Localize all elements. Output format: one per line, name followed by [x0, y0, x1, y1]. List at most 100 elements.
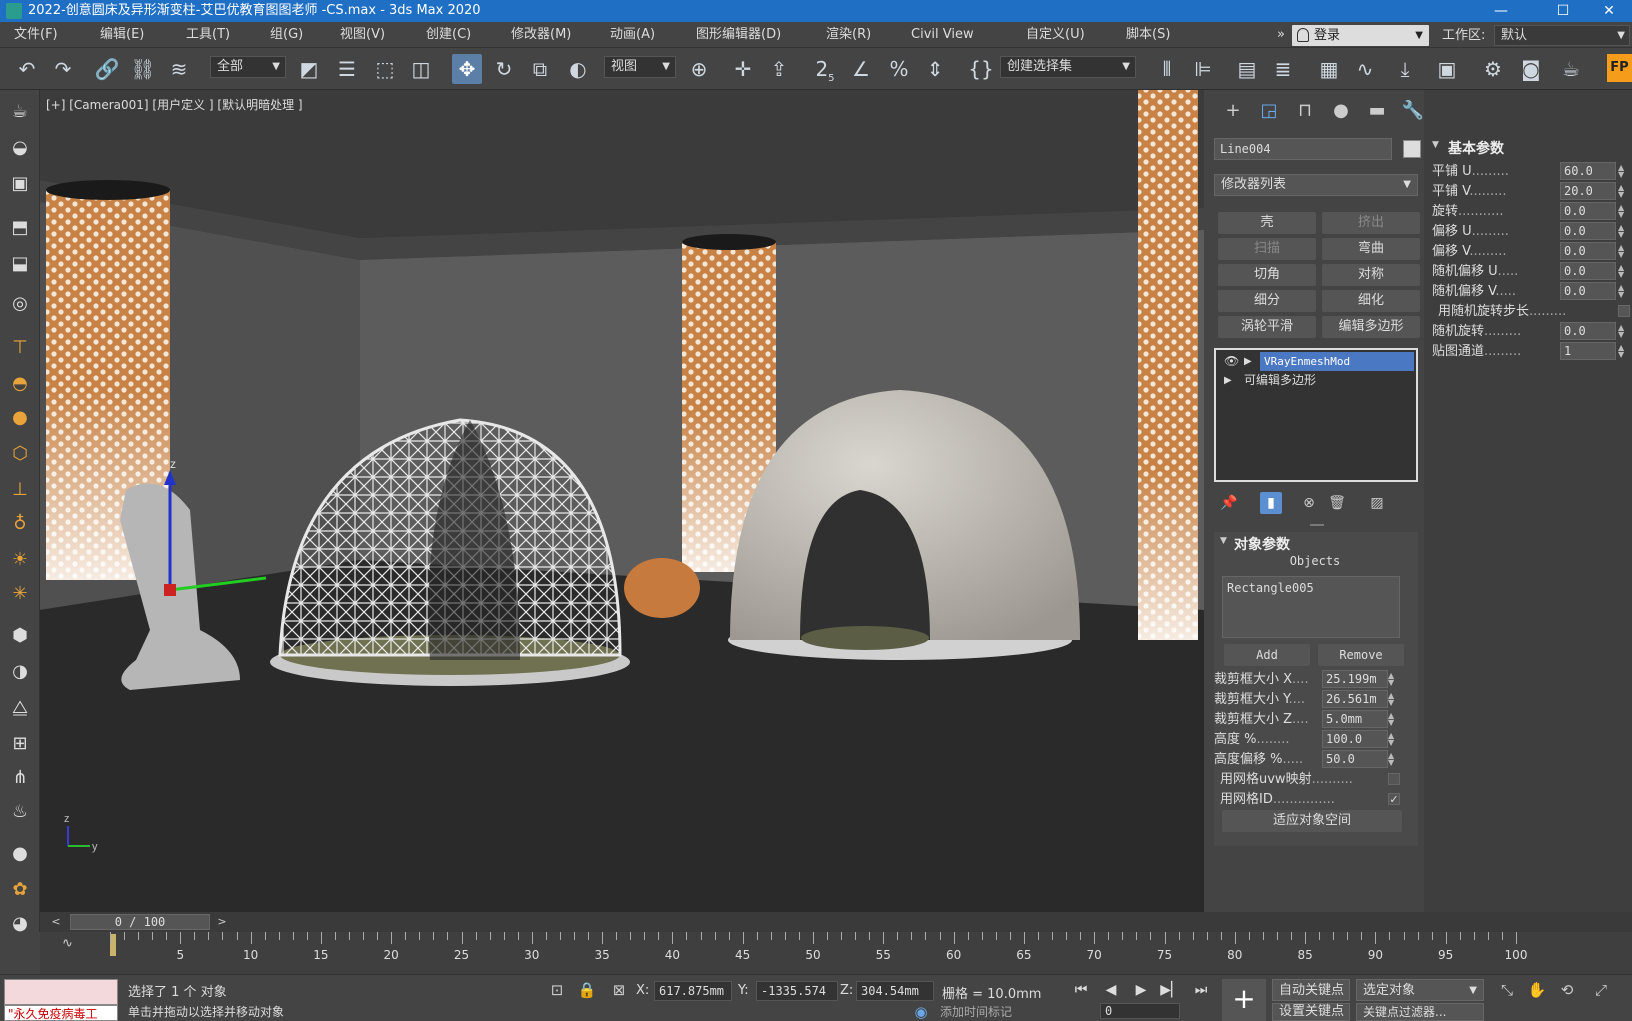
x-coord-field[interactable]: 617.875mm: [654, 981, 732, 1001]
menu-scripting[interactable]: 脚本(S): [1126, 22, 1170, 48]
modifier-list-select[interactable]: 修改器列表 ▼: [1214, 174, 1418, 196]
spinner-icon[interactable]: ▲ ▼: [1388, 732, 1394, 747]
snap-toggle-icon[interactable]: 25: [810, 54, 840, 84]
pan-view-icon[interactable]: ✋: [1526, 981, 1548, 999]
mirror-object-icon[interactable]: ⬓: [6, 250, 34, 278]
move-icon[interactable]: ✥: [452, 54, 482, 84]
percent-snap-icon[interactable]: %: [884, 54, 914, 84]
colors-icon[interactable]: ✿: [6, 876, 34, 904]
param-value-field[interactable]: 0.0: [1560, 282, 1616, 300]
sparkle-icon[interactable]: ✳: [6, 580, 34, 608]
placement-icon[interactable]: ◐: [563, 54, 593, 84]
set-key-button[interactable]: 设置关键点: [1272, 1003, 1350, 1021]
dome-light-icon[interactable]: ◓: [6, 370, 34, 398]
track-bar[interactable]: ∿ 5 10 15 20 25 30 35 40 45 50 55 60 65 70 75 80 85 90 95 1…: [40, 932, 1632, 974]
fit-object-space-button[interactable]: 适应对象空间: [1222, 810, 1402, 832]
curve-editor-mini-icon[interactable]: ∿: [62, 936, 73, 951]
modifier-button-edit-poly[interactable]: 编辑多边形: [1322, 316, 1420, 338]
scale-icon[interactable]: ⧉: [525, 54, 555, 84]
param-value-field[interactable]: 0.0: [1560, 262, 1616, 280]
hierarchy-tab-icon[interactable]: ⊓: [1292, 98, 1318, 124]
collapse-arrow-icon[interactable]: ▼: [1432, 140, 1439, 150]
make-unique-icon[interactable]: ⊗: [1298, 492, 1320, 514]
objects-list[interactable]: Rectangle005: [1222, 576, 1400, 638]
modifier-button-turbosmooth[interactable]: 涡轮平滑: [1218, 316, 1316, 338]
material-editor-icon[interactable]: ▣: [1432, 54, 1462, 84]
key-filters-button[interactable]: 关键点过滤器...: [1356, 1003, 1484, 1021]
modifier-button-chamfer[interactable]: 切角: [1218, 264, 1316, 286]
param-value-field[interactable]: 20.0: [1560, 182, 1616, 200]
prev-frame-icon[interactable]: ◀: [1100, 979, 1122, 1001]
modifier-button-subdivide[interactable]: 细分: [1218, 290, 1316, 312]
workspace-select[interactable]: 默认 ▼: [1494, 25, 1630, 46]
menu-group[interactable]: 组(G): [270, 22, 303, 48]
menu-create[interactable]: 创建(C): [426, 22, 471, 48]
play-icon[interactable]: ▶: [1130, 979, 1152, 1001]
spinner-icon[interactable]: ▲ ▼: [1618, 204, 1624, 219]
sphere-light-icon[interactable]: ●: [6, 404, 34, 432]
basic-params-title[interactable]: 基本参数: [1448, 138, 1504, 158]
teapot-icon[interactable]: ☕: [6, 98, 34, 126]
zoom-extents-icon[interactable]: ⤡: [1496, 981, 1518, 999]
curve-editor-icon[interactable]: ∿: [1350, 54, 1380, 84]
objects-list-item[interactable]: Rectangle005: [1227, 581, 1395, 595]
unlink-icon[interactable]: ⛓: [128, 54, 158, 84]
add-button[interactable]: Add: [1224, 644, 1310, 666]
palette-icon[interactable]: ◕: [6, 910, 34, 938]
spinner-icon[interactable]: ▲ ▼: [1388, 752, 1394, 767]
viewport-label[interactable]: [+] [Camera001] [用户定义 ] [默认明暗处理 ]: [46, 96, 303, 113]
absolute-mode-icon[interactable]: ⊠: [608, 981, 630, 999]
select-by-name-icon[interactable]: ☰: [332, 54, 362, 84]
add-time-tag[interactable]: 添加时间标记: [940, 1003, 1012, 1020]
isolate-selection-icon[interactable]: ⊡: [546, 981, 568, 999]
bind-spacewarp-icon[interactable]: ≋: [164, 54, 194, 84]
menu-view[interactable]: 视图(V): [340, 22, 385, 48]
material-ball-icon[interactable]: ●: [6, 840, 34, 868]
menu-file[interactable]: 文件(F): [14, 22, 58, 48]
menu-civil-view[interactable]: Civil View: [911, 22, 974, 48]
param-value-field[interactable]: 50.0: [1322, 750, 1388, 768]
z-coord-field[interactable]: 304.54mm: [856, 981, 934, 1001]
object-params-title[interactable]: 对象参数: [1234, 534, 1290, 554]
login-button[interactable]: 登录 ▼: [1292, 25, 1429, 46]
spinner-icon[interactable]: ▲ ▼: [1618, 324, 1624, 339]
render-setup-icon[interactable]: ⚙: [1478, 54, 1508, 84]
spinner-icon[interactable]: ▲ ▼: [1388, 672, 1394, 687]
display-tab-icon[interactable]: ▬: [1364, 98, 1390, 124]
object-color-swatch[interactable]: [1403, 140, 1421, 158]
spinner-icon[interactable]: ▲ ▼: [1618, 284, 1624, 299]
geosphere-icon[interactable]: ⬡: [6, 440, 34, 468]
undo-icon[interactable]: ↶: [12, 54, 42, 84]
measure-icon[interactable]: ⧋: [6, 694, 34, 722]
modifier-button-bend[interactable]: 弯曲: [1322, 238, 1420, 260]
auto-key-button[interactable]: 自动关键点: [1272, 979, 1350, 1001]
modifier-button-shell[interactable]: 壳: [1218, 212, 1316, 234]
param-value-field[interactable]: 0.0: [1560, 242, 1616, 260]
spinner-icon[interactable]: ▲ ▼: [1388, 692, 1394, 707]
toggle-ribbon-icon[interactable]: ≣: [1268, 54, 1298, 84]
param-value-field[interactable]: 60.0: [1560, 162, 1616, 180]
scene-explorer-icon[interactable]: ▦: [1314, 54, 1344, 84]
y-coord-field[interactable]: -1335.574: [756, 981, 838, 1001]
param-value-field[interactable]: 0.0: [1560, 222, 1616, 240]
selection-filter-select[interactable]: 全部 ▼: [210, 56, 286, 78]
modifier-button-extrude[interactable]: 挤出: [1322, 212, 1420, 234]
orbit-icon[interactable]: ⟲: [1556, 981, 1578, 999]
menu-rendering[interactable]: 渲染(R): [826, 22, 871, 48]
link-icon[interactable]: 🔗: [92, 54, 122, 84]
layer-explorer-icon[interactable]: ▤: [1232, 54, 1262, 84]
text-object-icon[interactable]: ⬒: [6, 214, 34, 242]
key-mode-select[interactable]: 选定对象 ▼: [1356, 979, 1484, 1001]
stack-item-editable-poly[interactable]: ▶ 可编辑多边形: [1216, 371, 1416, 390]
align-icon[interactable]: ⊫: [1188, 54, 1218, 84]
sun-icon[interactable]: ☀: [6, 546, 34, 574]
spinner-icon[interactable]: ▲ ▼: [1618, 184, 1624, 199]
redo-icon[interactable]: ↷: [48, 54, 78, 84]
close-button[interactable]: ✕: [1586, 0, 1632, 22]
angle-snap-icon[interactable]: ∠: [846, 54, 876, 84]
create-tab-icon[interactable]: +: [1220, 98, 1246, 124]
pivot-center-icon[interactable]: ⊕: [684, 54, 714, 84]
grid-icon[interactable]: ⊞: [6, 730, 34, 758]
time-slider-thumb[interactable]: 0 / 100: [70, 914, 210, 930]
select-manipulate-icon[interactable]: ✛: [728, 54, 758, 84]
